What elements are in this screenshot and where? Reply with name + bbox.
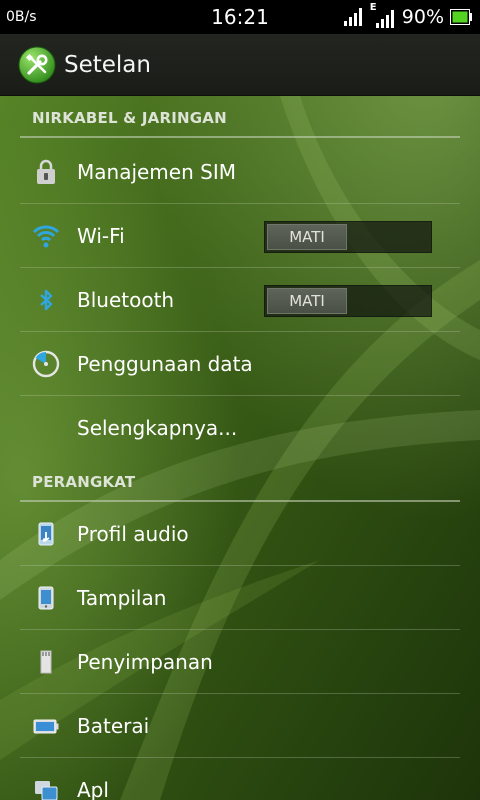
wifi-toggle[interactable]: MATI xyxy=(264,221,432,253)
audio-profile-icon xyxy=(38,522,54,546)
status-bar: 0B/s 16:21 E 90% xyxy=(0,0,480,34)
apps-icon xyxy=(35,781,58,800)
settings-item-label: Profil audio xyxy=(77,522,189,546)
settings-item-label: Apl xyxy=(77,778,109,800)
settings-item-label: Penyimpanan xyxy=(77,650,213,674)
toggle-state: MATI xyxy=(267,288,347,314)
settings-item-more[interactable]: Selengkapnya... xyxy=(20,396,460,460)
bluetooth-toggle[interactable]: MATI xyxy=(264,285,432,317)
settings-item-label: Penggunaan data xyxy=(77,352,253,376)
settings-item-label: Tampilan xyxy=(77,586,167,610)
section-header-device: PERANGKAT xyxy=(20,460,460,502)
settings-item-audio-profile[interactable]: Profil audio xyxy=(20,502,460,566)
settings-item-bluetooth[interactable]: Bluetooth MATI xyxy=(20,268,460,332)
settings-item-data-usage[interactable]: Penggunaan data xyxy=(20,332,460,396)
settings-item-battery[interactable]: Baterai xyxy=(20,694,460,758)
signal-icon xyxy=(375,10,394,28)
signal-edge-indicator: E xyxy=(370,2,396,28)
settings-item-wifi[interactable]: Wi-Fi MATI xyxy=(20,204,460,268)
settings-item-storage[interactable]: Penyimpanan xyxy=(20,630,460,694)
section-header-wireless: NIRKABEL & JARINGAN xyxy=(20,96,460,138)
signal-icon xyxy=(343,8,362,26)
toggle-state: MATI xyxy=(267,224,347,250)
settings-item-apps[interactable]: Apl xyxy=(20,758,460,800)
settings-item-label: Baterai xyxy=(77,714,150,738)
bluetooth-icon xyxy=(40,289,53,311)
status-icons: E 90% xyxy=(343,2,472,29)
settings-item-label: Manajemen SIM xyxy=(77,160,236,184)
display-icon xyxy=(38,586,54,610)
battery-icon xyxy=(450,9,472,25)
data-usage-icon xyxy=(32,350,60,378)
settings-item-display[interactable]: Tampilan xyxy=(20,566,460,630)
settings-item-label: Bluetooth xyxy=(77,288,175,312)
settings-item-label: Wi-Fi xyxy=(77,224,125,248)
storage-icon xyxy=(40,650,52,674)
battery-percent: 90% xyxy=(401,6,444,28)
action-bar: Setelan xyxy=(0,34,480,96)
section-header-label: PERANGKAT xyxy=(32,473,136,491)
sim-lock-icon xyxy=(37,159,55,184)
settings-list: NIRKABEL & JARINGAN Manajemen SIM Wi-Fi … xyxy=(0,96,480,800)
wifi-icon xyxy=(32,225,60,248)
settings-item-sim[interactable]: Manajemen SIM xyxy=(20,140,460,204)
settings-item-label: Selengkapnya... xyxy=(77,416,238,440)
battery-icon xyxy=(33,719,59,734)
settings-tools-icon[interactable] xyxy=(18,46,56,84)
section-header-label: NIRKABEL & JARINGAN xyxy=(32,109,227,127)
page-title: Setelan xyxy=(64,52,151,78)
